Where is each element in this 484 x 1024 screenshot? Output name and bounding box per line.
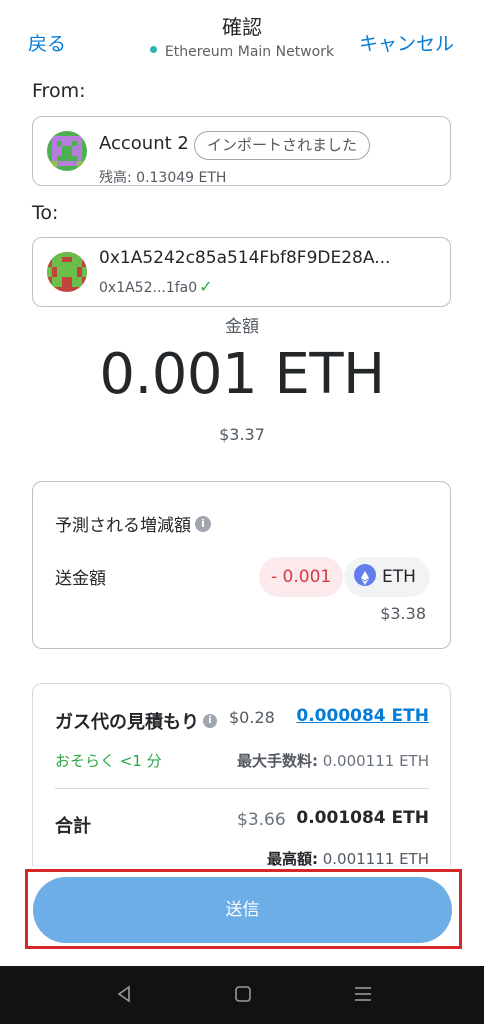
token-symbol: ETH — [382, 567, 416, 587]
amount-value: 0.001 ETH — [99, 342, 385, 407]
network-status-dot-icon — [149, 45, 157, 53]
total-fiat: $3.66 — [237, 810, 286, 830]
highlight-frame — [25, 869, 462, 949]
balance-change-amount: - 0.001 — [259, 557, 344, 597]
menu-lines-icon[interactable] — [351, 982, 375, 1006]
from-account-balance: 残高: 0.13049 ETH — [99, 170, 227, 186]
from-account-avatar — [47, 131, 87, 171]
header: 戻る 確認 Ethereum Main Network キャンセル — [0, 0, 484, 70]
gas-fee-title: ガス代の見積もり i — [55, 708, 217, 734]
gas-max-fee-value: 0.000111 ETH — [322, 752, 429, 770]
gas-fee-fiat: $0.28 — [229, 708, 275, 727]
back-triangle-icon[interactable] — [112, 982, 136, 1006]
info-icon[interactable]: i — [203, 714, 217, 728]
total-label: 合計 — [55, 816, 91, 837]
to-address-short-text: 0x1A52...1fa0 — [99, 280, 198, 296]
divider — [55, 788, 429, 789]
to-account-card[interactable]: 0x1A5242c85a514Fbf8F9DE28A... 0x1A52...1… — [32, 237, 451, 307]
to-account-avatar — [47, 252, 87, 292]
token-pill: ETH — [344, 557, 430, 597]
gas-fee-eth-link[interactable]: 0.000084 ETH — [296, 706, 429, 726]
gas-estimated-time: おそらく <1 分 — [55, 752, 162, 770]
gas-fee-title-text: ガス代の見積もり — [55, 712, 199, 733]
system-nav-bar — [0, 966, 484, 1024]
simulation-title-text: 予測される増減額 — [55, 516, 191, 536]
simulation-title: 予測される増減額 i — [55, 511, 211, 536]
amount-label: 金額 — [225, 317, 259, 337]
network-name: Ethereum Main Network — [164, 44, 335, 60]
from-account-card[interactable]: Account 2 インポートされました 残高: 0.13049 ETH — [32, 116, 451, 186]
simulation-row-label: 送金額 — [55, 569, 106, 589]
balance-change-simulation: 予測される増減額 i 送金額 - 0.001 ETH $3.38 — [32, 481, 451, 649]
info-icon[interactable]: i — [195, 516, 211, 532]
from-label: From: — [32, 80, 86, 102]
to-address-full[interactable]: 0x1A5242c85a514Fbf8F9DE28A... — [99, 248, 390, 268]
simulation-fiat: $3.38 — [380, 604, 426, 623]
gas-max-fee: 最大手数料: 0.000111 ETH — [237, 750, 429, 771]
amount-fiat-value: $3.37 — [219, 425, 265, 444]
gas-max-fee-label: 最大手数料: — [236, 752, 318, 770]
cancel-button[interactable]: キャンセル — [359, 29, 454, 56]
from-account-name: Account 2 — [99, 133, 189, 154]
eth-icon — [354, 564, 376, 586]
to-address-short: 0x1A52...1fa0 ✓ — [99, 277, 213, 296]
imported-badge: インポートされました — [194, 131, 371, 160]
gas-fee-section: ガス代の見積もり i $0.28 0.000084 ETH おそらく <1 分 最… — [32, 683, 451, 883]
home-square-icon[interactable] — [231, 982, 255, 1006]
check-icon: ✓ — [199, 277, 213, 296]
total-eth: 0.001084 ETH — [296, 808, 429, 828]
to-label: To: — [32, 202, 59, 224]
